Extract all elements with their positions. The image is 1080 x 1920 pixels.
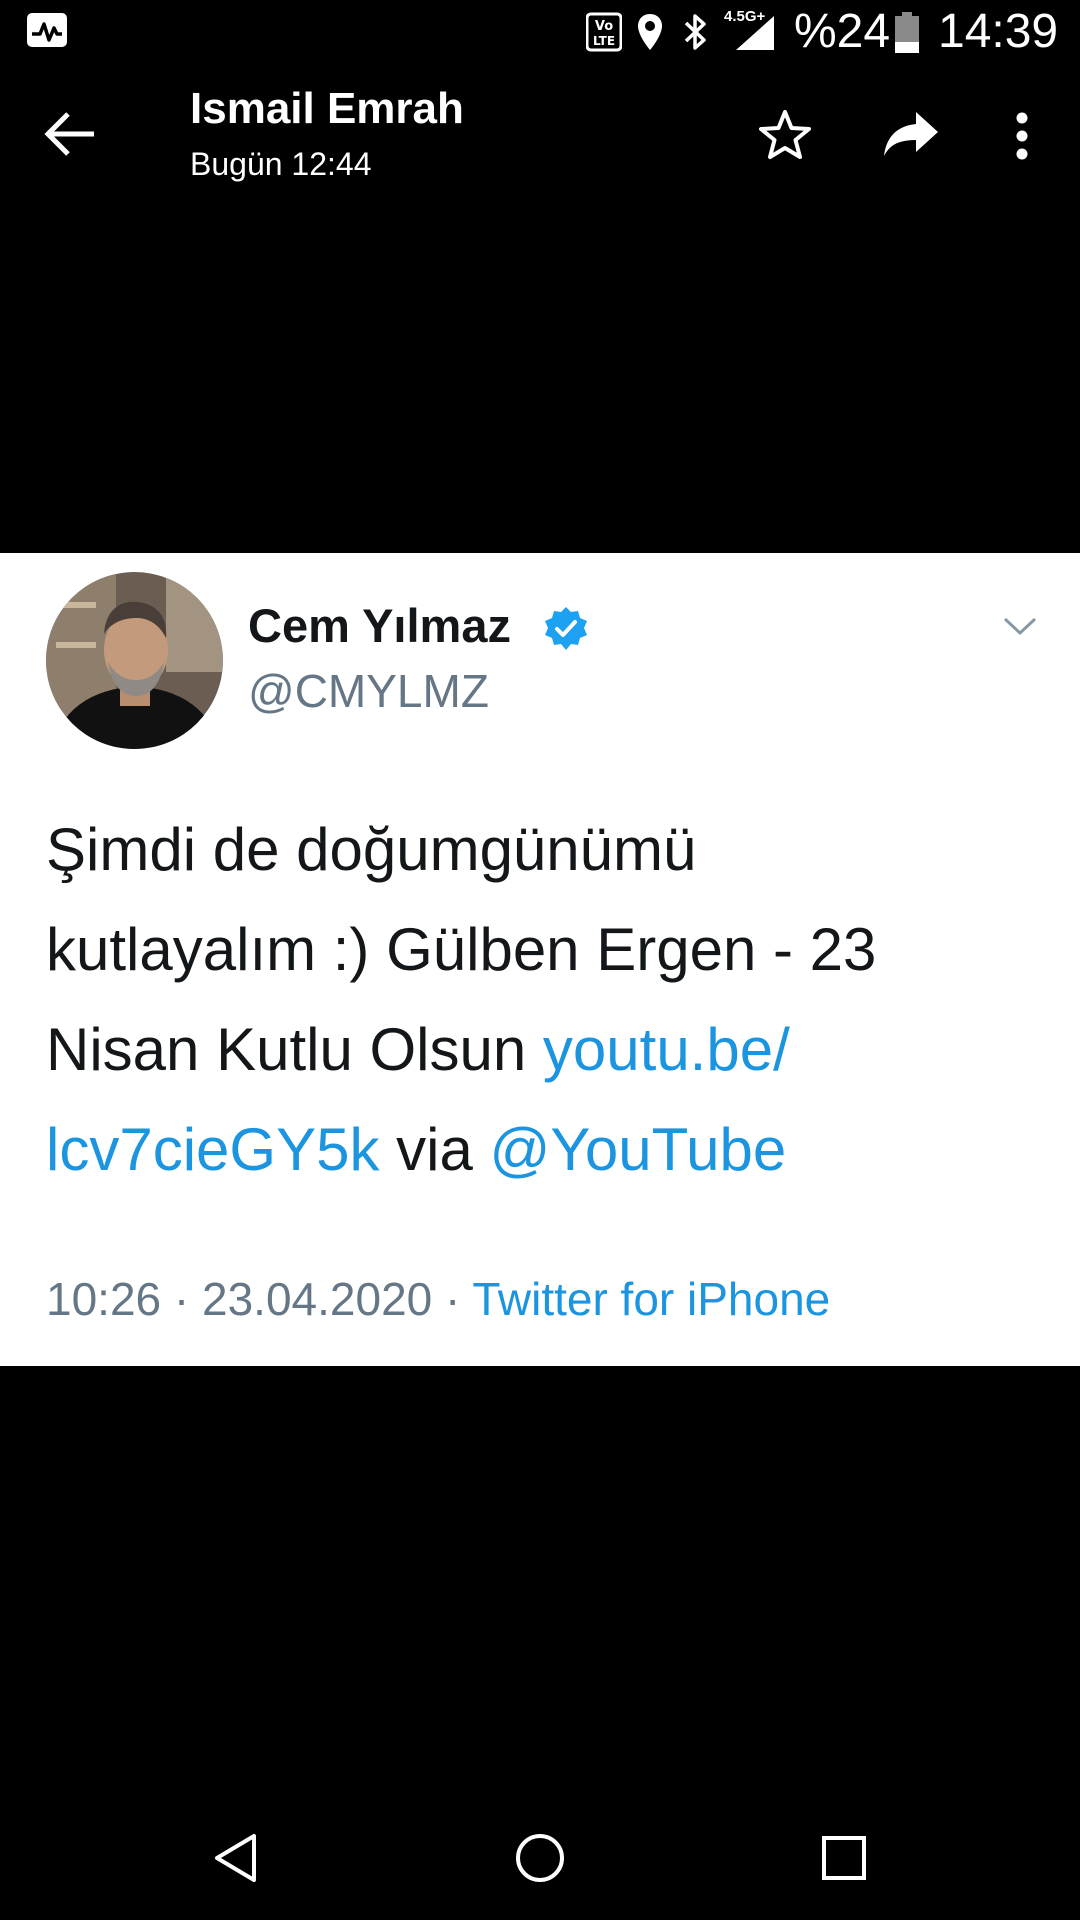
sender-name: Ismail Emrah: [190, 84, 464, 133]
tweet-text-line-3: Nisan Kutlu Olsun: [46, 1016, 543, 1083]
forward-icon: [884, 112, 938, 156]
tweet-meta: 10:26 · 23.04.2020 · Twitter for iPhone: [46, 1272, 830, 1326]
message-date: Bugün 12:44: [190, 146, 372, 182]
nav-back-icon: [215, 1834, 256, 1882]
tweet-time: 10:26: [46, 1273, 162, 1325]
nav-home-button[interactable]: [514, 1832, 566, 1884]
tweet-author-handle[interactable]: @CMYLMZ: [248, 664, 489, 718]
nav-recents-icon: [822, 1836, 866, 1880]
battery-icon: [894, 12, 920, 54]
location-icon: [636, 12, 664, 52]
nav-home-icon: [516, 1834, 564, 1882]
meta-separator: ·: [432, 1273, 473, 1325]
battery-percent: %24: [794, 5, 891, 58]
nav-recents-button[interactable]: [820, 1834, 868, 1882]
bluetooth-icon: [682, 12, 710, 52]
tweet-link-part-1[interactable]: youtu.be/: [543, 1016, 790, 1083]
back-arrow-icon: [44, 112, 94, 156]
tweet-mention[interactable]: @YouTube: [490, 1116, 787, 1183]
tweet-link-part-2[interactable]: lcv7cieGY5k: [46, 1116, 379, 1183]
svg-text:Vo: Vo: [595, 19, 613, 34]
tweet-author-name[interactable]: Cem Yılmaz: [248, 598, 511, 653]
clock: 14:39: [938, 5, 1059, 58]
more-options-button[interactable]: [1010, 112, 1034, 164]
signal-icon: [732, 14, 776, 52]
tweet-text-line-2: kutlayalım :) Gülben Ergen - 23: [46, 916, 877, 983]
tweet-menu-button[interactable]: [1002, 614, 1038, 638]
star-button[interactable]: [758, 108, 812, 162]
tweet-text: Şimdi de doğumgünümü kutlayalım :) Gülben…: [46, 800, 1046, 1200]
status-bar: Vo LTE 4.5G+ %24 14:39: [0, 0, 1080, 64]
volte-icon: Vo LTE: [585, 12, 623, 52]
forward-button[interactable]: [882, 110, 940, 160]
star-icon: [759, 110, 811, 159]
tweet-date: 23.04.2020: [202, 1273, 433, 1325]
meta-separator: ·: [161, 1273, 203, 1325]
verified-badge-icon: [542, 605, 590, 653]
tweet-via-text: via: [379, 1116, 490, 1183]
tweet-text-line-1: Şimdi de doğumgünümü: [46, 816, 697, 883]
tweet-source-link[interactable]: Twitter for iPhone: [472, 1273, 830, 1325]
chevron-down-icon: [1003, 617, 1037, 635]
back-button[interactable]: [40, 104, 100, 164]
nav-back-button[interactable]: [212, 1832, 260, 1884]
activity-app-icon: [26, 12, 68, 48]
avatar[interactable]: [46, 572, 223, 749]
svg-text:LTE: LTE: [593, 34, 615, 48]
more-vert-icon: [1016, 112, 1028, 160]
